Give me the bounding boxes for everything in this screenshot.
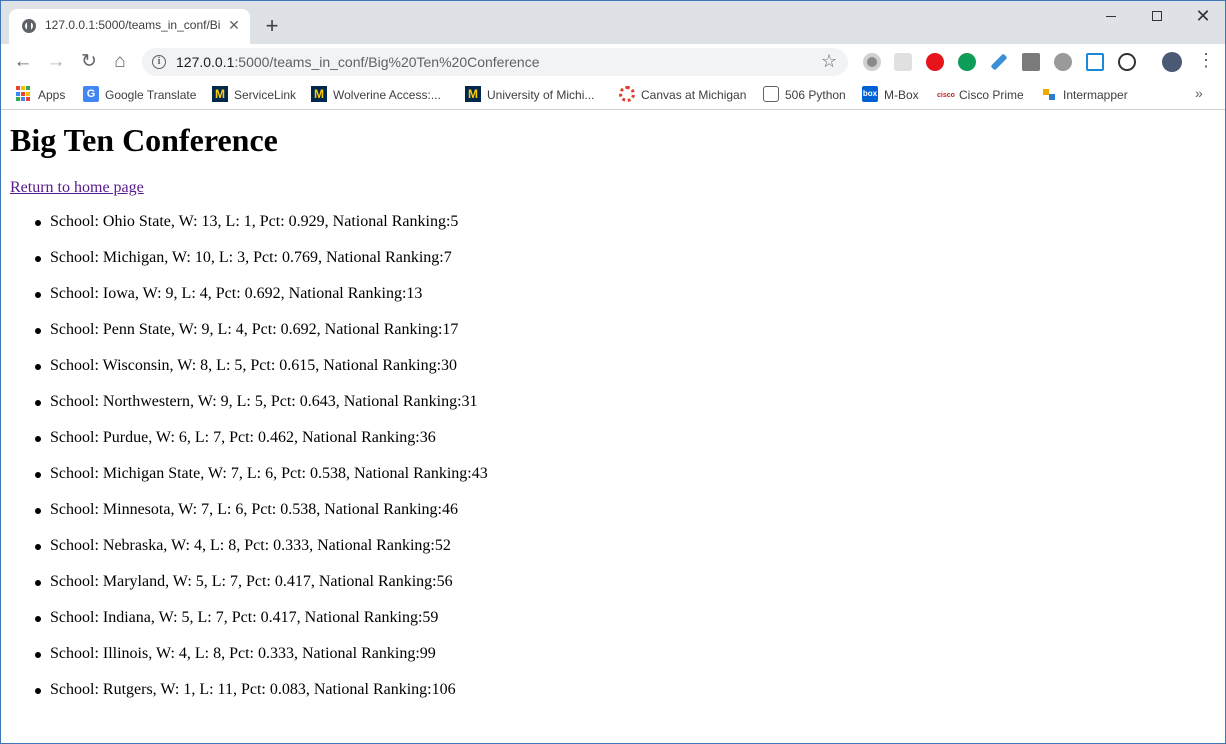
ublock-icon[interactable] xyxy=(926,53,944,71)
list-item: School: Illinois, W: 4, L: 8, Pct: 0.333… xyxy=(1,644,488,680)
browser-window: 127.0.0.1:5000/teams_in_conf/Big%20Ten%2… xyxy=(0,0,1226,744)
tab-title: 127.0.0.1:5000/teams_in_conf/Big%20Ten%2… xyxy=(45,18,221,32)
chevron-double-right-icon[interactable]: » xyxy=(1195,85,1203,101)
url-text[interactable]: 127.0.0.1:5000/teams_in_conf/Big%20Ten%2… xyxy=(176,54,540,70)
chart-extension-icon[interactable] xyxy=(1022,53,1040,71)
bookmark-label: Google Translate xyxy=(105,88,197,102)
list-item: School: Northwestern, W: 9, L: 5, Pct: 0… xyxy=(1,392,488,428)
address-bar[interactable]: i 127.0.0.1:5000/teams_in_conf/Big%20Ten… xyxy=(142,48,848,76)
bookmark-label: Wolverine Access:... xyxy=(333,88,441,102)
extension-circle-icon[interactable] xyxy=(863,53,881,71)
michigan-m-icon: M xyxy=(465,86,481,102)
list-item: School: Rutgers, W: 1, L: 11, Pct: 0.083… xyxy=(1,680,488,716)
close-window-button[interactable]: ✕ xyxy=(1180,1,1225,31)
forward-button[interactable]: → xyxy=(44,50,68,74)
list-item: School: Purdue, W: 6, L: 7, Pct: 0.462, … xyxy=(1,428,488,464)
page-content: Big Ten Conference Return to home page S… xyxy=(1,111,1225,743)
highlighter-icon[interactable] xyxy=(990,53,1008,71)
url-host: 127.0.0.1 xyxy=(176,54,235,70)
globe-icon xyxy=(22,19,36,33)
info-icon[interactable]: i xyxy=(152,55,166,69)
home-button[interactable]: ⌂ xyxy=(108,50,132,74)
gear-extension-icon[interactable] xyxy=(1054,53,1072,71)
bookmarks-bar: Apps G Google Translate M ServiceLink M … xyxy=(1,80,1225,110)
bookmark-label: ServiceLink xyxy=(234,88,297,102)
intermapper-icon xyxy=(1041,86,1057,102)
w-extension-icon[interactable] xyxy=(1118,53,1136,71)
minimize-button[interactable] xyxy=(1088,1,1134,31)
toolbar: ← → ↻ ⌂ i 127.0.0.1:5000/teams_in_conf/B… xyxy=(1,44,1225,80)
tab-strip: 127.0.0.1:5000/teams_in_conf/Big%20Ten%2… xyxy=(1,1,1225,44)
list-item: School: Wisconsin, W: 8, L: 5, Pct: 0.61… xyxy=(1,356,488,392)
canvas-icon xyxy=(619,86,635,102)
list-item: School: Maryland, W: 5, L: 7, Pct: 0.417… xyxy=(1,572,488,608)
return-home-link[interactable]: Return to home page xyxy=(10,179,144,197)
bookmark-label: Canvas at Michigan xyxy=(641,88,747,102)
list-item: School: Indiana, W: 5, L: 7, Pct: 0.417,… xyxy=(1,608,488,644)
michigan-m-icon: M xyxy=(212,86,228,102)
triangle-extension-icon[interactable] xyxy=(1086,53,1104,71)
box-icon: box xyxy=(862,86,878,102)
teams-list: School: Ohio State, W: 13, L: 1, Pct: 0.… xyxy=(1,212,488,716)
google-translate-icon: G xyxy=(83,86,99,102)
menu-dots-icon[interactable]: ⋮ xyxy=(1197,50,1215,71)
maximize-icon xyxy=(1152,11,1162,21)
bookmark-label: Apps xyxy=(38,88,66,102)
bookmark-label: 506 Python xyxy=(785,88,846,102)
new-tab-button[interactable]: + xyxy=(260,15,284,39)
apps-grid-icon xyxy=(16,86,32,102)
close-tab-icon[interactable]: ✕ xyxy=(226,17,242,33)
cisco-icon: cisco xyxy=(937,92,955,99)
list-item: School: Ohio State, W: 13, L: 1, Pct: 0.… xyxy=(1,212,488,248)
bookmark-star-icon[interactable]: ☆ xyxy=(821,51,837,72)
browser-tab[interactable]: 127.0.0.1:5000/teams_in_conf/Big%20Ten%2… xyxy=(9,9,250,44)
michigan-m-icon: M xyxy=(311,86,327,102)
extension-b-icon[interactable] xyxy=(894,53,912,71)
python-icon xyxy=(763,86,779,102)
page-title: Big Ten Conference xyxy=(10,122,278,158)
minimize-icon xyxy=(1106,16,1116,17)
list-item: School: Nebraska, W: 4, L: 8, Pct: 0.333… xyxy=(1,536,488,572)
list-item: School: Iowa, W: 9, L: 4, Pct: 0.692, Na… xyxy=(1,284,488,320)
list-item: School: Minnesota, W: 7, L: 6, Pct: 0.53… xyxy=(1,500,488,536)
bookmark-label: Intermapper xyxy=(1063,88,1128,102)
bookmark-label: M-Box xyxy=(884,88,919,102)
list-item: School: Penn State, W: 9, L: 4, Pct: 0.6… xyxy=(1,320,488,356)
maximize-button[interactable] xyxy=(1134,1,1180,31)
list-item: School: Michigan, W: 10, L: 3, Pct: 0.76… xyxy=(1,248,488,284)
extension-green-icon[interactable] xyxy=(958,53,976,71)
reload-button[interactable]: ↻ xyxy=(77,50,101,74)
back-button[interactable]: ← xyxy=(11,50,35,74)
url-path: :5000/teams_in_conf/Big%20Ten%20Conferen… xyxy=(234,54,540,70)
bookmark-label: University of Michi... xyxy=(487,88,595,102)
avatar[interactable] xyxy=(1162,52,1182,72)
bookmark-label: Cisco Prime xyxy=(959,88,1024,102)
list-item: School: Michigan State, W: 7, L: 6, Pct:… xyxy=(1,464,488,500)
